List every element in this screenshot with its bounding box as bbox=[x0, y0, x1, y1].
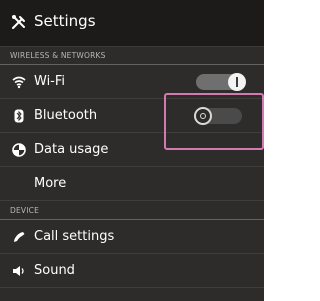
settings-item-call-settings[interactable]: Call settings bbox=[0, 220, 264, 254]
call-settings-label: Call settings bbox=[34, 229, 115, 244]
settings-frame: Settings WIRELESS & NETWORKS Wi-Fi Bluet… bbox=[0, 0, 267, 301]
sound-label: Sound bbox=[34, 263, 75, 278]
settings-item-sound[interactable]: Sound bbox=[0, 254, 264, 288]
settings-screen: Settings WIRELESS & NETWORKS Wi-Fi Bluet… bbox=[0, 0, 264, 301]
wifi-toggle-knob bbox=[228, 73, 246, 91]
speaker-icon bbox=[13, 266, 24, 276]
bluetooth-icon bbox=[14, 109, 24, 123]
bluetooth-label: Bluetooth bbox=[34, 108, 98, 123]
pie-chart-icon bbox=[12, 143, 26, 157]
settings-item-more[interactable]: More bbox=[0, 167, 264, 201]
app-header: Settings bbox=[0, 0, 264, 47]
wifi-toggle[interactable] bbox=[196, 73, 246, 91]
section-header-wireless: WIRELESS & NETWORKS bbox=[0, 46, 264, 65]
section-header-device: DEVICE bbox=[0, 201, 264, 220]
wifi-label: Wi-Fi bbox=[34, 74, 66, 89]
bluetooth-toggle-highlight bbox=[164, 93, 264, 150]
phone-icon bbox=[14, 232, 25, 242]
more-label: More bbox=[34, 176, 67, 191]
data-usage-label: Data usage bbox=[34, 142, 109, 157]
wifi-icon bbox=[12, 76, 26, 89]
page-title: Settings bbox=[34, 12, 96, 30]
tools-icon bbox=[12, 15, 25, 29]
